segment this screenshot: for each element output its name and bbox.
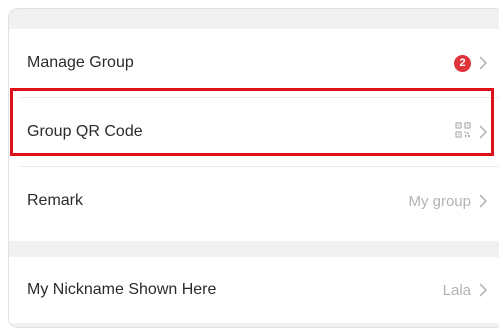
nickname-value: Lala (442, 281, 471, 299)
group-qr-code-label: Group QR Code (27, 123, 143, 140)
notification-badge: 2 (454, 54, 471, 72)
group-settings-section: Manage Group 2 Group QR Code Remark My g… (9, 29, 499, 241)
manage-group-row[interactable]: Manage Group 2 (9, 29, 499, 97)
settings-panel: Manage Group 2 Group QR Code Remark My g… (8, 8, 499, 328)
nickname-row[interactable]: My Nickname Shown Here Lala (9, 257, 499, 323)
chevron-right-icon (479, 125, 488, 139)
nickname-section: My Nickname Shown Here Lala (9, 257, 499, 323)
manage-group-label: Manage Group (27, 54, 134, 71)
chevron-right-icon (479, 194, 488, 208)
nickname-label: My Nickname Shown Here (27, 281, 217, 298)
chevron-right-icon (479, 56, 488, 70)
remark-row[interactable]: Remark My group (9, 167, 499, 235)
chevron-right-icon (479, 283, 488, 297)
remark-label: Remark (27, 192, 84, 209)
group-qr-code-row[interactable]: Group QR Code (9, 98, 499, 166)
remark-value: My group (408, 192, 471, 210)
qr-code-icon (455, 121, 471, 143)
